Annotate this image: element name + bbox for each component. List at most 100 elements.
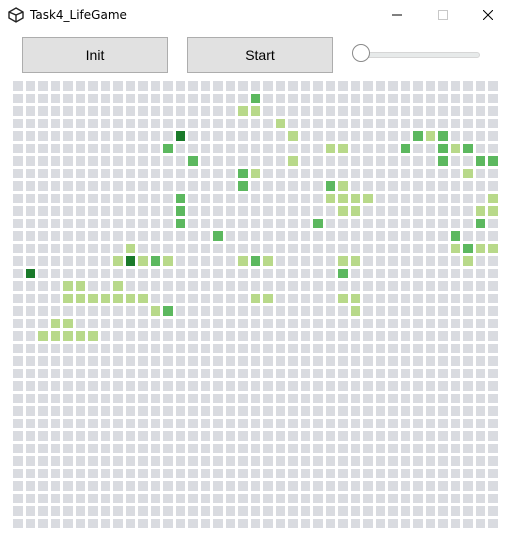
grid-cell[interactable]: [50, 156, 60, 166]
grid-cell[interactable]: [213, 268, 223, 278]
grid-cell[interactable]: [213, 443, 223, 453]
grid-cell[interactable]: [150, 293, 160, 303]
grid-cell[interactable]: [325, 518, 335, 528]
grid-cell[interactable]: [375, 81, 385, 91]
grid-cell[interactable]: [163, 93, 173, 103]
grid-cell[interactable]: [325, 156, 335, 166]
grid-cell[interactable]: [238, 493, 248, 503]
grid-cell[interactable]: [275, 318, 285, 328]
grid-cell[interactable]: [400, 468, 410, 478]
grid-cell[interactable]: [25, 506, 35, 516]
grid-cell[interactable]: [363, 168, 373, 178]
grid-cell[interactable]: [263, 343, 273, 353]
grid-cell[interactable]: [350, 418, 360, 428]
grid-cell[interactable]: [363, 143, 373, 153]
grid-cell[interactable]: [75, 456, 85, 466]
grid-cell[interactable]: [363, 418, 373, 428]
grid-cell[interactable]: [150, 206, 160, 216]
grid-cell[interactable]: [213, 368, 223, 378]
grid-cell[interactable]: [263, 331, 273, 341]
grid-cell[interactable]: [13, 318, 23, 328]
grid-cell[interactable]: [488, 131, 498, 141]
grid-cell[interactable]: [450, 106, 460, 116]
grid-cell[interactable]: [400, 281, 410, 291]
grid-cell[interactable]: [250, 206, 260, 216]
grid-cell[interactable]: [488, 456, 498, 466]
grid-cell[interactable]: [13, 268, 23, 278]
grid-cell[interactable]: [138, 318, 148, 328]
grid-cell[interactable]: [63, 481, 73, 491]
grid-cell[interactable]: [388, 481, 398, 491]
grid-cell[interactable]: [163, 118, 173, 128]
grid-cell[interactable]: [388, 81, 398, 91]
grid-cell[interactable]: [188, 306, 198, 316]
grid-cell[interactable]: [125, 293, 135, 303]
grid-cell[interactable]: [63, 281, 73, 291]
grid-cell[interactable]: [38, 93, 48, 103]
grid-cell[interactable]: [325, 231, 335, 241]
grid-cell[interactable]: [388, 406, 398, 416]
grid-cell[interactable]: [400, 318, 410, 328]
grid-cell[interactable]: [75, 443, 85, 453]
grid-cell[interactable]: [263, 156, 273, 166]
grid-cell[interactable]: [288, 368, 298, 378]
grid-cell[interactable]: [100, 243, 110, 253]
grid-cell[interactable]: [325, 481, 335, 491]
grid-cell[interactable]: [138, 118, 148, 128]
grid-cell[interactable]: [250, 393, 260, 403]
grid-cell[interactable]: [188, 293, 198, 303]
grid-cell[interactable]: [163, 418, 173, 428]
grid-cell[interactable]: [238, 268, 248, 278]
grid-cell[interactable]: [450, 468, 460, 478]
grid-cell[interactable]: [213, 206, 223, 216]
grid-cell[interactable]: [163, 181, 173, 191]
grid-cell[interactable]: [50, 443, 60, 453]
grid-cell[interactable]: [200, 468, 210, 478]
grid-cell[interactable]: [275, 256, 285, 266]
grid-cell[interactable]: [163, 268, 173, 278]
grid-cell[interactable]: [350, 131, 360, 141]
grid-cell[interactable]: [125, 306, 135, 316]
grid-cell[interactable]: [150, 506, 160, 516]
grid-cell[interactable]: [88, 81, 98, 91]
grid-cell[interactable]: [350, 106, 360, 116]
grid-cell[interactable]: [475, 406, 485, 416]
grid-cell[interactable]: [338, 93, 348, 103]
grid-cell[interactable]: [450, 343, 460, 353]
grid-cell[interactable]: [488, 231, 498, 241]
grid-cell[interactable]: [313, 106, 323, 116]
grid-cell[interactable]: [50, 418, 60, 428]
grid-cell[interactable]: [138, 81, 148, 91]
grid-cell[interactable]: [400, 381, 410, 391]
grid-cell[interactable]: [213, 306, 223, 316]
grid-cell[interactable]: [438, 281, 448, 291]
grid-cell[interactable]: [63, 268, 73, 278]
grid-cell[interactable]: [425, 493, 435, 503]
grid-cell[interactable]: [438, 156, 448, 166]
grid-cell[interactable]: [463, 418, 473, 428]
grid-cell[interactable]: [88, 306, 98, 316]
grid-cell[interactable]: [338, 181, 348, 191]
grid-cell[interactable]: [225, 443, 235, 453]
grid-cell[interactable]: [38, 81, 48, 91]
grid-cell[interactable]: [250, 518, 260, 528]
grid-cell[interactable]: [163, 443, 173, 453]
grid-cell[interactable]: [138, 168, 148, 178]
grid-cell[interactable]: [288, 481, 298, 491]
grid-cell[interactable]: [463, 431, 473, 441]
grid-cell[interactable]: [113, 456, 123, 466]
grid-cell[interactable]: [200, 143, 210, 153]
grid-cell[interactable]: [288, 143, 298, 153]
grid-cell[interactable]: [388, 468, 398, 478]
grid-cell[interactable]: [38, 493, 48, 503]
grid-cell[interactable]: [450, 393, 460, 403]
grid-cell[interactable]: [25, 331, 35, 341]
grid-cell[interactable]: [400, 506, 410, 516]
grid-cell[interactable]: [38, 418, 48, 428]
grid-cell[interactable]: [200, 293, 210, 303]
grid-cell[interactable]: [463, 168, 473, 178]
grid-cell[interactable]: [413, 318, 423, 328]
grid-cell[interactable]: [475, 431, 485, 441]
grid-cell[interactable]: [463, 468, 473, 478]
slider-track[interactable]: [354, 52, 480, 58]
